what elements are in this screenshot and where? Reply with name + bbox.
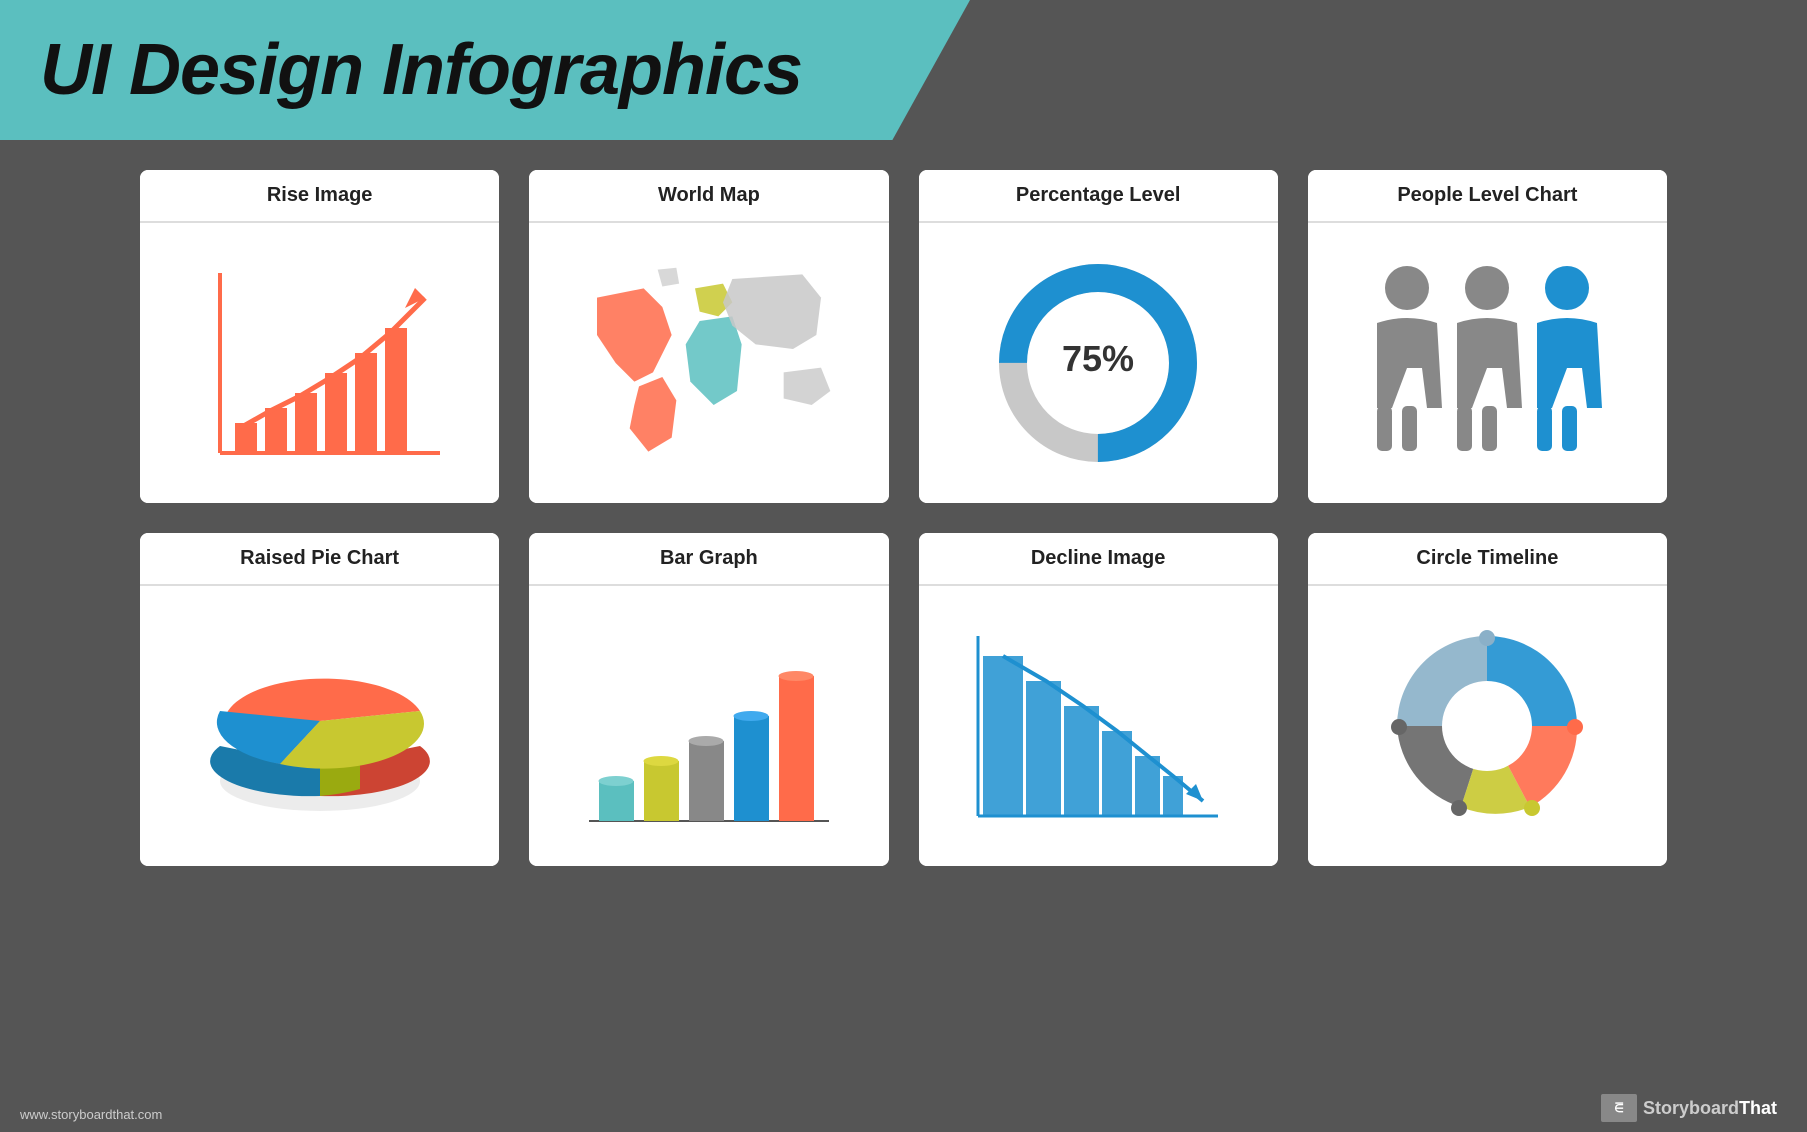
card-body-decline-image bbox=[919, 586, 1278, 866]
card-body-world-map bbox=[529, 223, 888, 503]
card-world-map: World Map bbox=[529, 170, 888, 503]
percentage-donut-icon: 75% bbox=[988, 253, 1208, 473]
card-title-people-level-chart: People Level Chart bbox=[1308, 170, 1667, 223]
card-rise-image: Rise Image bbox=[140, 170, 499, 503]
footer-logo-bold: That bbox=[1739, 1098, 1777, 1118]
percentage-donut: 75% bbox=[988, 253, 1208, 473]
card-body-people-level-chart bbox=[1308, 223, 1667, 503]
card-title-percentage-level: Percentage Level bbox=[919, 170, 1278, 223]
card-bar-graph: Bar Graph bbox=[529, 533, 888, 866]
circle-timeline-icon bbox=[1367, 611, 1607, 841]
card-body-circle-timeline bbox=[1308, 586, 1667, 866]
card-title-world-map: World Map bbox=[529, 170, 888, 223]
footer-logo: ⋶ StoryboardThat bbox=[1601, 1094, 1777, 1122]
card-percentage-level: Percentage Level 75% bbox=[919, 170, 1278, 503]
decline-chart-icon bbox=[958, 616, 1238, 836]
bar-graph-icon bbox=[569, 616, 849, 836]
raised-pie-chart-icon bbox=[180, 611, 460, 841]
card-decline-image: Decline Image bbox=[919, 533, 1278, 866]
header-banner: UI Design Infographics bbox=[0, 0, 970, 140]
card-body-percentage-level: 75% bbox=[919, 223, 1278, 503]
page-title: UI Design Infographics bbox=[40, 29, 802, 111]
storyboard-logo-icon: ⋶ bbox=[1601, 1094, 1637, 1122]
rise-chart-icon bbox=[190, 253, 450, 473]
card-body-bar-graph bbox=[529, 586, 888, 866]
people-chart-icon bbox=[1347, 248, 1627, 478]
footer-logo-text: StoryboardThat bbox=[1643, 1098, 1777, 1119]
card-body-raised-pie-chart bbox=[140, 586, 499, 866]
card-title-circle-timeline: Circle Timeline bbox=[1308, 533, 1667, 586]
card-circle-timeline: Circle Timeline bbox=[1308, 533, 1667, 866]
footer-website: www.storyboardthat.com bbox=[20, 1107, 162, 1122]
card-title-decline-image: Decline Image bbox=[919, 533, 1278, 586]
card-title-raised-pie-chart: Raised Pie Chart bbox=[140, 533, 499, 586]
cards-grid: Rise Image World Map bbox=[140, 170, 1667, 866]
card-raised-pie-chart: Raised Pie Chart bbox=[140, 533, 499, 866]
card-title-bar-graph: Bar Graph bbox=[529, 533, 888, 586]
card-title-rise-image: Rise Image bbox=[140, 170, 499, 223]
world-map-icon bbox=[569, 258, 849, 468]
percentage-value: 75% bbox=[1062, 338, 1134, 379]
card-people-level-chart: People Level Chart bbox=[1308, 170, 1667, 503]
card-body-rise-image bbox=[140, 223, 499, 503]
